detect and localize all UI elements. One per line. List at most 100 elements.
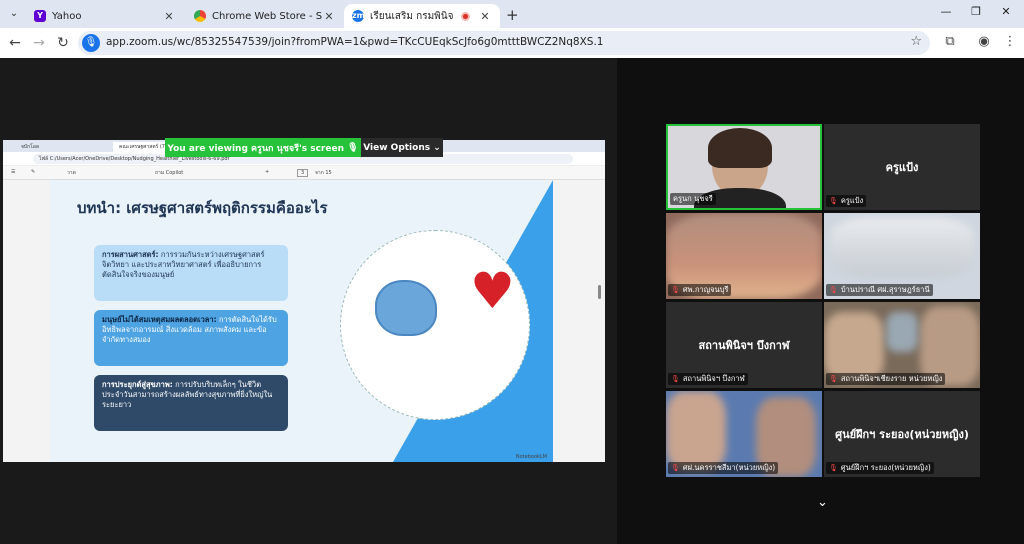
draw-icon: ✎ [31, 169, 36, 175]
recording-icon [461, 11, 470, 21]
tab-title: Chrome Web Store - Search Re [212, 10, 322, 22]
participant-video [830, 217, 974, 277]
participant-tile[interactable]: ศูนย์ฝึกฯ ระยอง(หน่วยหญิง) 🎙 ศูนย์ฝึกฯ ระ… [824, 391, 980, 477]
participant-name: 🎙 สถานพินิจฯ บึงกาฬ [668, 373, 748, 385]
viewing-label: You are viewing ครูนก นุชจรี's screen [167, 143, 344, 154]
minimize-icon[interactable]: — [936, 5, 956, 18]
pdf-page-number: 3 [297, 169, 309, 177]
participant-video [666, 391, 726, 471]
notebooklm-watermark: NotebookLM [515, 454, 547, 460]
mic-muted-icon: 🎙 [671, 286, 680, 294]
card-heading: มนุษย์ไม่ได้สมเหตุสมผลตลอดเวลา: [102, 315, 217, 324]
menu-icon[interactable]: ⋮ [1001, 34, 1019, 49]
pdf-page-of: จาก 15 [315, 170, 332, 176]
participant-name: 🎙 บ้านปราณี ศฝ.สุราษฎร์ธานี [826, 284, 933, 296]
mic-muted-icon: 🎙 [829, 375, 838, 383]
tab-strip: ⌄ Y Yahoo ✕ Chrome Web Store - Search Re… [0, 0, 1024, 28]
shared-screen: จบักโอล คณะเศรษฐศาสตร์ (717) ไฟล์ C:/Use… [3, 140, 605, 462]
tab-title: เรียนเสริม กรมพินิจ [370, 10, 454, 22]
slide: บทนำ: เศรษฐศาสตร์พฤติกรรมคืออะไร การผสาน… [50, 180, 553, 462]
participant-name-text: บ้านปราณี ศฝ.สุราษฎร์ธานี [840, 285, 930, 294]
mic-muted-icon: 🎙 [671, 375, 680, 383]
slide-title: บทนำ: เศรษฐศาสตร์พฤติกรรมคืออะไร [77, 199, 328, 217]
participant-name: 🎙 สถานพินิจฯเชียงราย หน่วยหญิง [826, 373, 946, 385]
tab-title: Yahoo [52, 10, 82, 22]
participant-hair [708, 128, 772, 168]
participant-name: ครูนก นุชจรี [670, 193, 716, 205]
participant-name: 🎙 ศฝ.นครราชสีมา(หน่วยหญิง) [668, 462, 779, 474]
pdf-scrollbar [598, 285, 601, 299]
heart-illustration: ♥ [470, 262, 515, 320]
browser-chrome: ⌄ Y Yahoo ✕ Chrome Web Store - Search Re… [0, 0, 1024, 58]
site-info-icon[interactable]: 🎙 [82, 34, 100, 52]
participant-tile[interactable]: 🎙 สถานพินิจฯเชียงราย หน่วยหญิง [824, 302, 980, 388]
participant-name-text: ศูนย์ฝึกฯ ระยอง(หน่วยหญิง) [840, 463, 931, 472]
card-heading: การผสานศาสตร์: [102, 250, 159, 259]
view-options-label: View Options [363, 142, 431, 153]
close-icon[interactable]: ✕ [162, 10, 176, 23]
participant-tile[interactable]: สถานพินิจฯ บึงกาฬ 🎙 สถานพินิจฯ บึงกาฬ [666, 302, 822, 388]
participant-tile[interactable]: 🎙 ศฝ.นครราชสีมา(หน่วยหญิง) [666, 391, 822, 477]
gallery-next-page-icon[interactable]: ⌄ [817, 495, 828, 510]
back-icon[interactable]: ← [6, 34, 24, 52]
address-bar[interactable]: 🎙 app.zoom.us/wc/85325547539/join?fromPW… [78, 31, 930, 55]
tab-search-chevron-icon[interactable]: ⌄ [6, 6, 22, 22]
pdf-toolbar: ☰ ✎ วาด ถาม Copilot + 3 จาก 15 [3, 166, 605, 180]
slide-card: มนุษย์ไม่ได้สมเหตุสมผลตลอดเวลา: การตัดสิ… [94, 310, 288, 366]
tab-chrome-web-store[interactable]: Chrome Web Store - Search Re ✕ [186, 4, 344, 28]
mic-muted-icon: 🎙 [829, 464, 838, 472]
participant-tile[interactable]: 🎙 บ้านปราณี ศฝ.สุราษฎร์ธานี [824, 213, 980, 299]
new-tab-icon[interactable]: + [506, 6, 519, 24]
microphone-icon: 🎙 [347, 142, 359, 153]
browser-toolbar: ← → ↻ 🎙 app.zoom.us/wc/85325547539/join?… [0, 28, 1024, 58]
pdf-copilot-label: ถาม Copilot [155, 170, 184, 176]
participant-name-text: ครูนก นุชจรี [673, 194, 713, 203]
url-text: app.zoom.us/wc/85325547539/join?fromPWA=… [106, 36, 604, 48]
viewing-banner: You are viewing ครูนก นุชจรี's screen 🎙 [165, 138, 361, 157]
shared-tab: จบักโอล [21, 144, 39, 150]
view-options-button[interactable]: View Options ⌄ [361, 138, 443, 157]
participant-name-text: ศพ.กาญจนบุรี [682, 285, 729, 294]
profile-icon[interactable]: ◉ [975, 34, 993, 49]
participant-tile[interactable]: 🎙 ศพ.กาญจนบุรี [666, 213, 822, 299]
participant-name: 🎙 ศพ.กาญจนบุรี [668, 284, 732, 296]
brain-illustration [375, 280, 437, 336]
bookmark-star-icon[interactable]: ☆ [910, 34, 922, 49]
menu-icon: ☰ [11, 169, 16, 175]
mic-muted-icon: 🎙 [829, 197, 838, 205]
tab-zoom-meeting[interactable]: zm เรียนเสริม กรมพินิจ ✕ [344, 4, 500, 28]
pdf-draw-label: วาด [67, 170, 76, 176]
screen-share-area: จบักโอล คณะเศรษฐศาสตร์ (717) ไฟล์ C:/Use… [0, 58, 617, 544]
chevron-down-icon: ⌄ [433, 142, 441, 153]
close-icon[interactable]: ✕ [478, 10, 492, 23]
slide-card: การประยุกต์สู่สุขภาพ: การปรับบริบทเล็กๆ … [94, 375, 288, 431]
tab-yahoo[interactable]: Y Yahoo ✕ [26, 4, 184, 28]
card-heading: การประยุกต์สู่สุขภาพ: [102, 380, 173, 389]
mic-muted-icon: 🎙 [671, 464, 680, 472]
illustration-circle [340, 230, 530, 420]
participant-name: 🎙 ศูนย์ฝึกฯ ระยอง(หน่วยหญิง) [826, 462, 934, 474]
window-close-icon[interactable]: ✕ [996, 5, 1016, 18]
meeting-view: จบักโอล คณะเศรษฐศาสตร์ (717) ไฟล์ C:/Use… [0, 58, 1024, 544]
participant-gallery: ครูนก นุชจรี ครูแป้ง 🎙 ครูแป้ง 🎙 ศพ.กาญจนบ… [617, 58, 1024, 544]
zoom-in-icon: + [265, 169, 270, 175]
participant-name: 🎙 ครูแป้ง [826, 195, 867, 207]
participant-name-text: ศฝ.นครราชสีมา(หน่วยหญิง) [682, 463, 776, 472]
close-icon[interactable]: ✕ [322, 10, 336, 23]
slide-card: การผสานศาสตร์: การรวมกันระหว่างเศรษฐศาสต… [94, 245, 288, 301]
participant-name-text: สถานพินิจฯเชียงราย หน่วยหญิง [840, 374, 943, 383]
participant-video [886, 312, 918, 352]
extensions-icon[interactable]: ⧉ [941, 34, 959, 49]
reload-icon[interactable]: ↻ [54, 34, 72, 52]
mic-muted-icon: 🎙 [829, 286, 838, 294]
participant-video [824, 312, 884, 382]
pdf-document: บทนำ: เศรษฐศาสตร์พฤติกรรมคืออะไร การผสาน… [3, 180, 605, 462]
forward-icon[interactable]: → [30, 34, 48, 52]
participant-tile[interactable]: ครูนก นุชจรี [666, 124, 822, 210]
zoom-icon: zm [352, 10, 365, 22]
yahoo-icon: Y [34, 10, 46, 22]
participant-name-text: ครูแป้ง [840, 196, 864, 205]
participant-tile[interactable]: ครูแป้ง 🎙 ครูแป้ง [824, 124, 980, 210]
restore-icon[interactable]: ❐ [966, 5, 986, 18]
web-store-icon [194, 10, 206, 22]
